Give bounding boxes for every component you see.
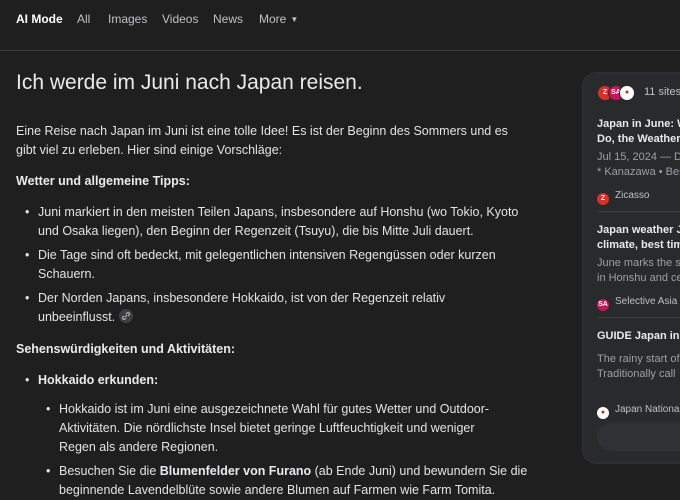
tab-ai-mode[interactable]: AI Mode (16, 12, 63, 26)
selective-asia-icon: SA (597, 299, 609, 311)
japan-national-icon: ● (597, 407, 609, 419)
divider (597, 317, 680, 318)
japan-national-favicon-icon: ● (619, 85, 635, 101)
intro-paragraph: Eine Reise nach Japan im Juni ist eine t… (16, 124, 508, 157)
source-favicons: Z SA ● (597, 85, 641, 101)
tab-all[interactable]: All (77, 12, 90, 26)
source-site: ● Japan National (597, 404, 680, 419)
source-card[interactable]: GUIDE Japan in J The rainy start of Trad… (597, 329, 680, 419)
source-title-line2: climate, best tim (597, 239, 680, 251)
list-item: Besuchen Sie die Blumenfelder von Furano… (46, 462, 529, 500)
source-snippet-line2: Traditionally call (597, 368, 676, 380)
tab-videos[interactable]: Videos (162, 12, 198, 26)
source-snippet: Jul 15, 2024 — Di (597, 151, 680, 163)
source-site: SA Selective Asia (597, 296, 680, 311)
source-snippet-line2: * Kanazawa • Bes (597, 166, 680, 178)
list-item-text: Der Norden Japans, insbesondere Hokkaido… (38, 291, 446, 324)
list-item: Die Tage sind oft bedeckt, mit gelegentl… (25, 246, 518, 284)
list-item-text: Besuchen Sie die (59, 464, 160, 478)
sites-count: 11 sites (644, 86, 680, 98)
top-nav: AI Mode All Images Videos News More ▼ (0, 0, 680, 51)
show-all-button[interactable] (597, 423, 680, 451)
source-title-line2: Do, the Weather, (597, 133, 680, 145)
source-title: GUIDE Japan in J (597, 330, 680, 342)
tab-news[interactable]: News (213, 12, 243, 26)
source-title: Japan weather J (597, 224, 680, 236)
zicasso-icon: Z (597, 193, 609, 205)
tab-images[interactable]: Images (108, 12, 147, 26)
divider (597, 211, 680, 212)
source-snippet: The rainy start of (597, 353, 680, 365)
section-heading-weather: Wetter und allgemeine Tipps: (16, 174, 190, 188)
source-snippet: June marks the s (597, 257, 680, 269)
list-item: Der Norden Japans, insbesondere Hokkaido… (25, 289, 468, 327)
source-site: Z Zicasso (597, 190, 680, 205)
list-item: Juni markiert in den meisten Teilen Japa… (25, 203, 538, 241)
list-item-bold: Blumenfelder von Furano (159, 464, 312, 478)
source-site-name: Japan National (615, 404, 680, 415)
section-heading-sights: Sehenswürdigkeiten und Aktivitäten: (16, 342, 236, 356)
sources-panel[interactable]: Z SA ● 11 sites Japan in June: W Do, the… (582, 72, 680, 464)
caret-down-icon: ▼ (290, 15, 299, 24)
list-item: Hokkaido ist im Juni eine ausgezeichnete… (46, 400, 509, 457)
link-icon[interactable] (119, 309, 134, 323)
list-item-heading: Hokkaido erkunden: (38, 373, 159, 387)
list-item: Hokkaido erkunden: (25, 371, 550, 390)
source-title: Japan in June: W (597, 118, 680, 130)
query-title: Ich werde im Juni nach Japan reisen. (16, 71, 363, 94)
tab-more-label: More (259, 12, 287, 26)
source-card[interactable]: Japan weather J climate, best tim June m… (597, 223, 680, 311)
source-site-name: Selective Asia (615, 296, 678, 307)
tab-more[interactable]: More ▼ (259, 12, 298, 26)
source-snippet-line2: in Honshu and ce (597, 272, 680, 284)
source-site-name: Zicasso (615, 190, 650, 201)
source-card[interactable]: Japan in June: W Do, the Weather, Jul 15… (597, 117, 680, 205)
